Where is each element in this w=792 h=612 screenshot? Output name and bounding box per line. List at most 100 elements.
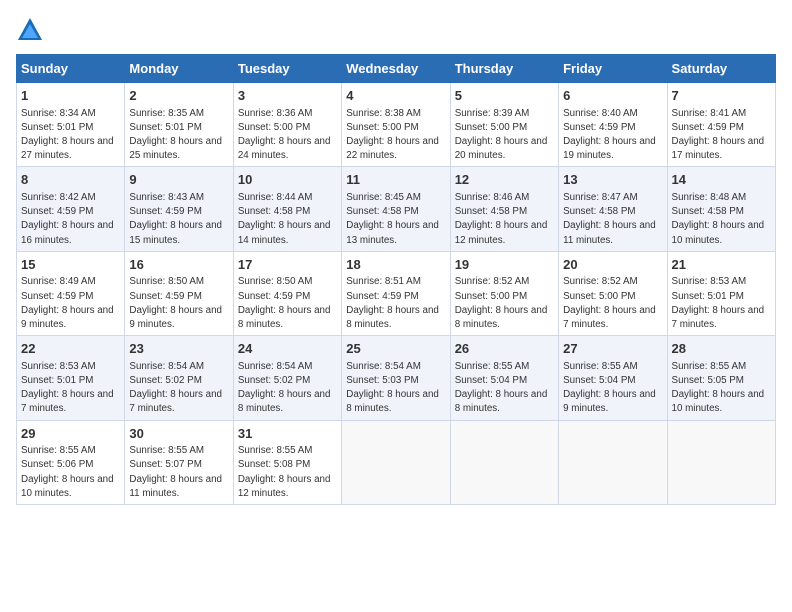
- calendar-cell: [342, 420, 450, 504]
- calendar-cell: 10 Sunrise: 8:44 AMSunset: 4:58 PMDayligh…: [233, 167, 341, 251]
- calendar-cell: 27 Sunrise: 8:55 AMSunset: 5:04 PMDayligh…: [559, 336, 667, 420]
- calendar-cell: 23Sunrise: 8:54 AMSunset: 5:02 PMDayligh…: [125, 336, 233, 420]
- header-row: SundayMondayTuesdayWednesdayThursdayFrid…: [17, 55, 776, 83]
- day-number: 25: [346, 340, 445, 358]
- day-number: 22: [21, 340, 120, 358]
- calendar-week-1: 1 Sunrise: 8:34 AMSunset: 5:01 PMDaylight…: [17, 83, 776, 167]
- calendar-cell: 31 Sunrise: 8:55 AMSunset: 5:08 PMDayligh…: [233, 420, 341, 504]
- calendar-week-4: 22 Sunrise: 8:53 AMSunset: 5:01 PMDayligh…: [17, 336, 776, 420]
- day-number: 27: [563, 340, 662, 358]
- calendar-cell: 24 Sunrise: 8:54 AMSunset: 5:02 PMDayligh…: [233, 336, 341, 420]
- calendar-cell: 14Sunrise: 8:48 AMSunset: 4:58 PMDayligh…: [667, 167, 775, 251]
- cell-info: Sunrise: 8:47 AMSunset: 4:58 PMDaylight:…: [563, 192, 656, 246]
- cell-info: Sunrise: 8:55 AMSunset: 5:07 PMDaylight:…: [129, 445, 222, 499]
- header-cell-thursday: Thursday: [450, 55, 558, 83]
- calendar-cell: 15Sunrise: 8:49 AMSunset: 4:59 PMDayligh…: [17, 251, 125, 335]
- day-number: 28: [672, 340, 771, 358]
- cell-info: Sunrise: 8:50 AMSunset: 4:59 PMDaylight:…: [238, 276, 331, 330]
- calendar-cell: 26Sunrise: 8:55 AMSunset: 5:04 PMDayligh…: [450, 336, 558, 420]
- day-number: 2: [129, 87, 228, 105]
- day-number: 18: [346, 256, 445, 274]
- logo: [16, 16, 48, 44]
- header-cell-sunday: Sunday: [17, 55, 125, 83]
- calendar-cell: [667, 420, 775, 504]
- calendar-cell: 8Sunrise: 8:42 AMSunset: 4:59 PMDaylight…: [17, 167, 125, 251]
- day-number: 11: [346, 171, 445, 189]
- day-number: 6: [563, 87, 662, 105]
- calendar-cell: 22 Sunrise: 8:53 AMSunset: 5:01 PMDayligh…: [17, 336, 125, 420]
- cell-info: Sunrise: 8:55 AMSunset: 5:05 PMDaylight:…: [672, 361, 765, 415]
- cell-info: Sunrise: 8:55 AMSunset: 5:06 PMDaylight:…: [21, 445, 114, 499]
- day-number: 21: [672, 256, 771, 274]
- cell-info: Sunrise: 8:45 AMSunset: 4:58 PMDaylight:…: [346, 192, 439, 246]
- header-cell-wednesday: Wednesday: [342, 55, 450, 83]
- cell-info: Sunrise: 8:41 AMSunset: 4:59 PMDaylight:…: [672, 108, 765, 162]
- calendar-cell: [559, 420, 667, 504]
- day-number: 31: [238, 425, 337, 443]
- day-number: 10: [238, 171, 337, 189]
- calendar-cell: 21 Sunrise: 8:53 AMSunset: 5:01 PMDayligh…: [667, 251, 775, 335]
- day-number: 4: [346, 87, 445, 105]
- day-number: 8: [21, 171, 120, 189]
- calendar-cell: 3 Sunrise: 8:36 AMSunset: 5:00 PMDaylight…: [233, 83, 341, 167]
- calendar-cell: 1 Sunrise: 8:34 AMSunset: 5:01 PMDaylight…: [17, 83, 125, 167]
- cell-info: Sunrise: 8:54 AMSunset: 5:02 PMDaylight:…: [238, 361, 331, 415]
- calendar-cell: 25Sunrise: 8:54 AMSunset: 5:03 PMDayligh…: [342, 336, 450, 420]
- day-number: 14: [672, 171, 771, 189]
- calendar-cell: 7 Sunrise: 8:41 AMSunset: 4:59 PMDaylight…: [667, 83, 775, 167]
- cell-info: Sunrise: 8:38 AMSunset: 5:00 PMDaylight:…: [346, 108, 439, 162]
- calendar-cell: 17 Sunrise: 8:50 AMSunset: 4:59 PMDayligh…: [233, 251, 341, 335]
- day-number: 17: [238, 256, 337, 274]
- header-cell-saturday: Saturday: [667, 55, 775, 83]
- day-number: 12: [455, 171, 554, 189]
- header-cell-monday: Monday: [125, 55, 233, 83]
- cell-info: Sunrise: 8:50 AMSunset: 4:59 PMDaylight:…: [129, 276, 222, 330]
- cell-info: Sunrise: 8:55 AMSunset: 5:04 PMDaylight:…: [563, 361, 656, 415]
- calendar-cell: 29 Sunrise: 8:55 AMSunset: 5:06 PMDayligh…: [17, 420, 125, 504]
- cell-info: Sunrise: 8:52 AMSunset: 5:00 PMDaylight:…: [455, 276, 548, 330]
- day-number: 20: [563, 256, 662, 274]
- calendar-cell: 13 Sunrise: 8:47 AMSunset: 4:58 PMDayligh…: [559, 167, 667, 251]
- calendar-week-3: 15Sunrise: 8:49 AMSunset: 4:59 PMDayligh…: [17, 251, 776, 335]
- page-container: SundayMondayTuesdayWednesdayThursdayFrid…: [0, 0, 792, 513]
- calendar-cell: 18 Sunrise: 8:51 AMSunset: 4:59 PMDayligh…: [342, 251, 450, 335]
- cell-info: Sunrise: 8:44 AMSunset: 4:58 PMDaylight:…: [238, 192, 331, 246]
- day-number: 1: [21, 87, 120, 105]
- calendar-cell: 30 Sunrise: 8:55 AMSunset: 5:07 PMDayligh…: [125, 420, 233, 504]
- calendar-cell: 12 Sunrise: 8:46 AMSunset: 4:58 PMDayligh…: [450, 167, 558, 251]
- calendar-cell: 16 Sunrise: 8:50 AMSunset: 4:59 PMDayligh…: [125, 251, 233, 335]
- calendar-cell: 28 Sunrise: 8:55 AMSunset: 5:05 PMDayligh…: [667, 336, 775, 420]
- cell-info: Sunrise: 8:36 AMSunset: 5:00 PMDaylight:…: [238, 108, 331, 162]
- cell-info: Sunrise: 8:51 AMSunset: 4:59 PMDaylight:…: [346, 276, 439, 330]
- calendar-cell: [450, 420, 558, 504]
- calendar-cell: 6 Sunrise: 8:40 AMSunset: 4:59 PMDaylight…: [559, 83, 667, 167]
- calendar-table: SundayMondayTuesdayWednesdayThursdayFrid…: [16, 54, 776, 505]
- day-number: 24: [238, 340, 337, 358]
- calendar-cell: 2 Sunrise: 8:35 AMSunset: 5:01 PMDaylight…: [125, 83, 233, 167]
- calendar-week-2: 8Sunrise: 8:42 AMSunset: 4:59 PMDaylight…: [17, 167, 776, 251]
- day-number: 3: [238, 87, 337, 105]
- cell-info: Sunrise: 8:35 AMSunset: 5:01 PMDaylight:…: [129, 108, 222, 162]
- cell-info: Sunrise: 8:46 AMSunset: 4:58 PMDaylight:…: [455, 192, 548, 246]
- calendar-cell: 9Sunrise: 8:43 AMSunset: 4:59 PMDaylight…: [125, 167, 233, 251]
- calendar-cell: 4 Sunrise: 8:38 AMSunset: 5:00 PMDaylight…: [342, 83, 450, 167]
- calendar-week-5: 29 Sunrise: 8:55 AMSunset: 5:06 PMDayligh…: [17, 420, 776, 504]
- calendar-cell: 19 Sunrise: 8:52 AMSunset: 5:00 PMDayligh…: [450, 251, 558, 335]
- day-number: 26: [455, 340, 554, 358]
- cell-info: Sunrise: 8:54 AMSunset: 5:02 PMDaylight:…: [129, 361, 222, 415]
- cell-info: Sunrise: 8:53 AMSunset: 5:01 PMDaylight:…: [21, 361, 114, 415]
- day-number: 13: [563, 171, 662, 189]
- header-cell-tuesday: Tuesday: [233, 55, 341, 83]
- cell-info: Sunrise: 8:34 AMSunset: 5:01 PMDaylight:…: [21, 108, 114, 162]
- day-number: 29: [21, 425, 120, 443]
- calendar-cell: 5Sunrise: 8:39 AMSunset: 5:00 PMDaylight…: [450, 83, 558, 167]
- cell-info: Sunrise: 8:55 AMSunset: 5:08 PMDaylight:…: [238, 445, 331, 499]
- day-number: 19: [455, 256, 554, 274]
- cell-info: Sunrise: 8:40 AMSunset: 4:59 PMDaylight:…: [563, 108, 656, 162]
- day-number: 30: [129, 425, 228, 443]
- cell-info: Sunrise: 8:53 AMSunset: 5:01 PMDaylight:…: [672, 276, 765, 330]
- day-number: 16: [129, 256, 228, 274]
- cell-info: Sunrise: 8:43 AMSunset: 4:59 PMDaylight:…: [129, 192, 222, 246]
- day-number: 7: [672, 87, 771, 105]
- calendar-cell: 11 Sunrise: 8:45 AMSunset: 4:58 PMDayligh…: [342, 167, 450, 251]
